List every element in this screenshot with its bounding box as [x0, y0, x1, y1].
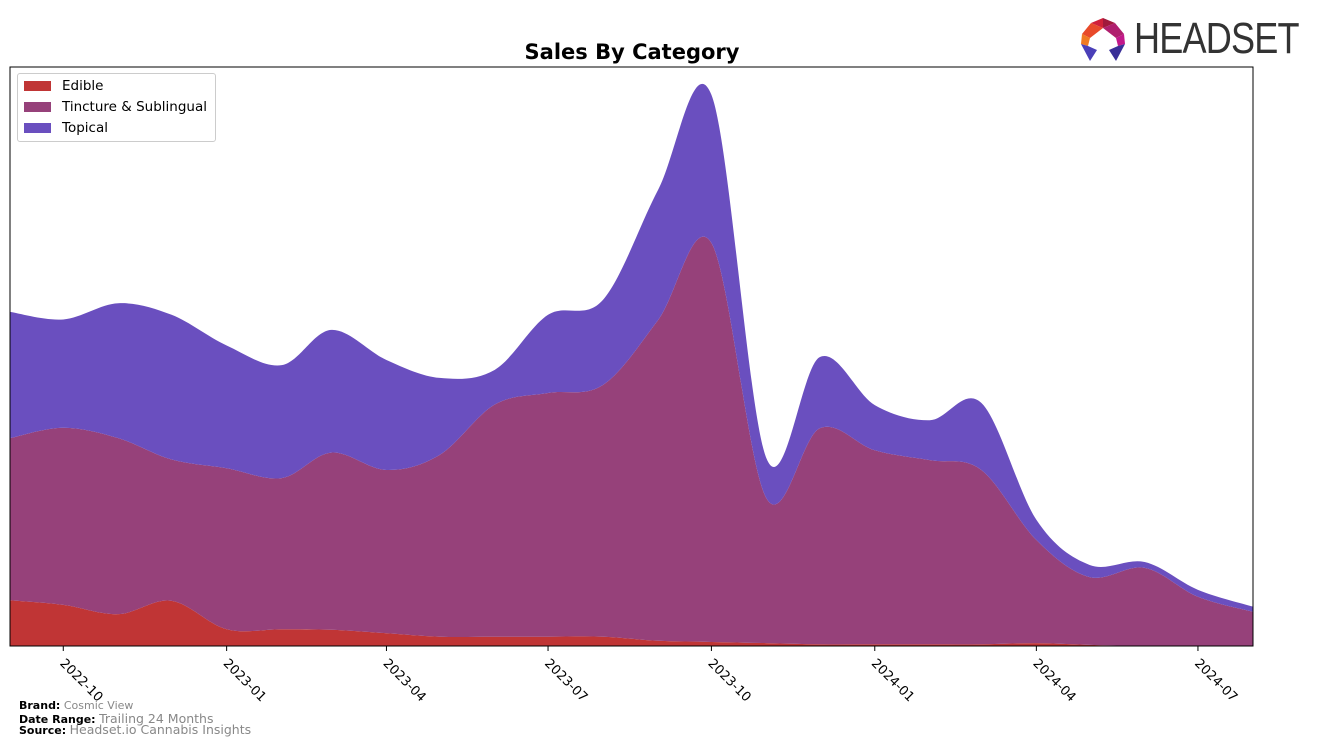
- legend-label: Tincture & Sublingual: [62, 99, 207, 115]
- legend-label: Edible: [62, 78, 104, 94]
- x-tick-label: 2024-04: [1030, 656, 1079, 705]
- logo-text: HEADSET: [1134, 14, 1299, 63]
- x-tick-label: 2024-07: [1191, 656, 1240, 705]
- x-tick-label: 2023-04: [380, 656, 429, 705]
- legend-swatch: [24, 81, 51, 91]
- x-tick-label: 2023-10: [705, 656, 754, 705]
- legend: Edible Tincture & Sublingual Topical: [17, 73, 216, 142]
- x-tick-label: 2024-01: [868, 656, 917, 705]
- x-tick-label: 2023-07: [541, 656, 590, 705]
- headset-logo-icon: [1081, 18, 1125, 61]
- footer-source: Source: Headset.io Cannabis Insights: [19, 722, 251, 737]
- x-tick-label: 2023-01: [220, 656, 269, 705]
- chart-title: Sales By Category: [525, 40, 740, 64]
- legend-item-edible: Edible: [24, 77, 103, 95]
- source-label: Source:: [19, 724, 67, 737]
- headset-logo: HEADSET: [1080, 14, 1317, 64]
- legend-swatch: [24, 102, 51, 112]
- source-value: Headset.io Cannabis Insights: [69, 722, 252, 737]
- legend-item-topical: Topical: [24, 119, 108, 137]
- legend-swatch: [24, 123, 51, 133]
- x-tick-label: 2022-10: [56, 656, 105, 705]
- legend-item-tincture: Tincture & Sublingual: [24, 98, 207, 116]
- legend-label: Topical: [62, 120, 108, 136]
